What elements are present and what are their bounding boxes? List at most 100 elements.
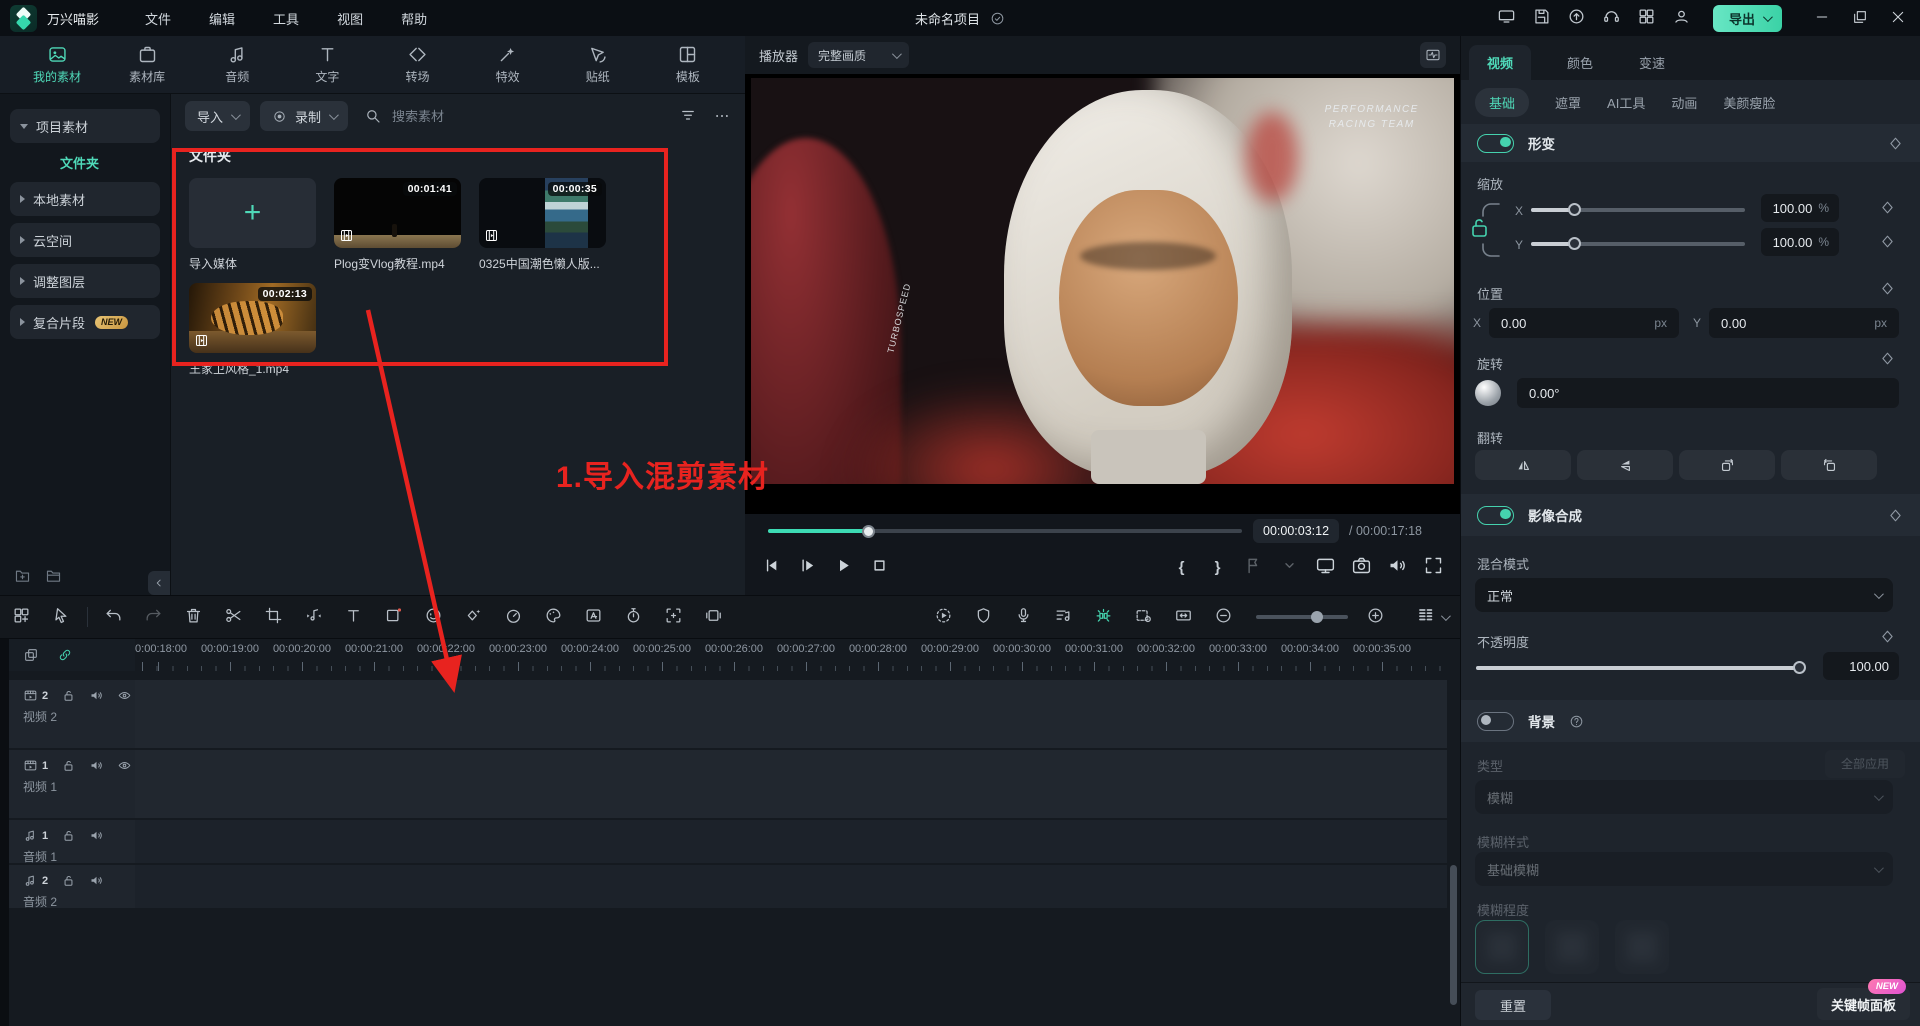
scale-y-slider[interactable] — [1531, 242, 1745, 246]
scale-y-handle[interactable] — [1568, 237, 1581, 250]
menubar-item-2[interactable]: 工具 — [261, 5, 311, 32]
scale-link-lock-icon[interactable] — [1469, 194, 1505, 266]
text-tool-button[interactable] — [344, 606, 363, 628]
mirror-screen-button[interactable] — [1315, 555, 1336, 579]
brace-close-button[interactable]: } — [1207, 555, 1228, 579]
select-tool-button[interactable] — [52, 606, 71, 628]
track-header[interactable]: 1 视频 1 — [9, 750, 135, 818]
prev-frame-button[interactable] — [761, 555, 782, 579]
background-toggle[interactable] — [1477, 712, 1514, 731]
track-volume-icon[interactable] — [89, 688, 104, 703]
shield-button[interactable] — [974, 606, 993, 628]
track-volume-icon[interactable] — [89, 873, 104, 888]
media-tab-1[interactable]: 素材库 — [104, 40, 190, 89]
menubar-item-0[interactable]: 文件 — [133, 5, 183, 32]
motion-track-button[interactable] — [664, 606, 683, 628]
transform-toggle[interactable] — [1477, 134, 1514, 153]
zoom-handle[interactable] — [1311, 611, 1323, 623]
blur-style-dropdown[interactable]: 基础模糊 — [1475, 852, 1893, 886]
media-item-thumbnail[interactable]: 00:02:13 — [189, 283, 316, 353]
mixer-button[interactable] — [1054, 606, 1073, 628]
chevron-down-icon[interactable] — [1441, 611, 1451, 621]
eye-icon[interactable] — [117, 758, 132, 773]
subtab-basic[interactable]: 基础 — [1475, 88, 1529, 117]
opacity-value[interactable]: 100.00 — [1823, 652, 1899, 680]
keyframe-diamond-icon[interactable] — [1879, 280, 1896, 297]
sidebar-item-4[interactable]: 调整图层 — [10, 264, 160, 298]
media-toggle-button[interactable] — [12, 606, 31, 628]
duplicate-icon[interactable] — [23, 647, 39, 663]
split-button[interactable] — [224, 606, 243, 628]
layout-button[interactable] — [1637, 7, 1656, 29]
track-manager-button[interactable] — [1416, 606, 1435, 628]
fullscreen-button[interactable] — [1423, 555, 1444, 579]
rotate-input[interactable]: 0.00° — [1517, 378, 1899, 408]
sidebar-item-0[interactable]: 项目素材 — [10, 109, 160, 143]
position-x-input[interactable]: 0.00px — [1489, 308, 1679, 338]
rotate-right-button[interactable] — [1679, 450, 1775, 480]
quality-dropdown[interactable]: 完整画质 — [808, 42, 909, 68]
render-button[interactable] — [934, 606, 953, 628]
maximize-button[interactable] — [1852, 9, 1868, 28]
import-media-tile[interactable]: + — [189, 178, 316, 248]
timeline-lane[interactable] — [135, 865, 1447, 908]
tab-speed[interactable]: 变速 — [1621, 45, 1683, 80]
keyframe-diamond-icon[interactable] — [1879, 199, 1896, 216]
blur-preset-3[interactable] — [1615, 920, 1669, 974]
timeline-lane[interactable] — [135, 820, 1447, 863]
delete-button[interactable] — [184, 606, 203, 628]
sidebar-item-3[interactable]: 云空间 — [10, 223, 160, 257]
step-forward-button[interactable] — [797, 555, 818, 579]
bg-type-dropdown[interactable]: 模糊 — [1475, 780, 1893, 814]
keyframe-panel-button[interactable]: 关键帧面板 NEW — [1817, 988, 1910, 1020]
scale-x-value[interactable]: 100.00% — [1761, 194, 1839, 222]
media-item-thumbnail[interactable]: 00:01:41 — [334, 178, 461, 248]
volume-button[interactable] — [1387, 555, 1408, 579]
beat-detect-button[interactable] — [304, 606, 323, 628]
lock-icon[interactable] — [61, 828, 76, 843]
subtab-ai-tools[interactable]: AI工具 — [1607, 93, 1645, 112]
sticker-voice-button[interactable] — [424, 606, 443, 628]
auto-caption-button[interactable] — [584, 606, 603, 628]
export-button[interactable]: 导出 — [1713, 5, 1782, 32]
media-tab-6[interactable]: 贴纸 — [555, 40, 641, 89]
device-button[interactable] — [1497, 7, 1516, 29]
scale-x-slider[interactable] — [1531, 208, 1745, 212]
question-icon[interactable] — [1569, 714, 1584, 729]
track-volume-icon[interactable] — [89, 758, 104, 773]
keyframe-diamond-icon[interactable] — [1879, 628, 1896, 645]
zoom-in-button[interactable] — [1366, 606, 1385, 628]
sidebar-collapse-button[interactable] — [148, 571, 170, 595]
media-tab-3[interactable]: 文字 — [284, 40, 370, 89]
keyframe-diamond-icon[interactable] — [1879, 350, 1896, 367]
rotate-left-button[interactable] — [1781, 450, 1877, 480]
blend-mode-dropdown[interactable]: 正常 — [1475, 578, 1893, 612]
support-button[interactable] — [1602, 7, 1621, 29]
apply-all-button[interactable]: 全部应用 — [1825, 750, 1905, 778]
stabilize-button[interactable] — [704, 606, 723, 628]
account-button[interactable] — [1672, 7, 1691, 29]
snapshot-button[interactable] — [1351, 555, 1372, 579]
blur-preset-2[interactable] — [1545, 920, 1599, 974]
seek-handle[interactable] — [862, 525, 875, 538]
media-tab-0[interactable]: 我的素材 — [14, 40, 100, 89]
keyframe-diamond-icon[interactable] — [1879, 233, 1896, 250]
zoom-out-button[interactable] — [1214, 606, 1233, 628]
rotate-knob[interactable] — [1475, 380, 1501, 406]
close-button[interactable] — [1890, 9, 1906, 28]
timeline-scrollbar[interactable] — [1450, 865, 1457, 1005]
undo-button[interactable] — [104, 606, 123, 628]
brace-open-button[interactable]: { — [1171, 555, 1192, 579]
stop-button[interactable] — [869, 555, 890, 579]
marker-button[interactable] — [1243, 555, 1264, 579]
menubar-item-3[interactable]: 视图 — [325, 5, 375, 32]
timeline-lane[interactable] — [135, 750, 1447, 818]
menubar-item-4[interactable]: 帮助 — [389, 5, 439, 32]
folder-add-button[interactable] — [14, 567, 31, 587]
marker-caret-button[interactable] — [1279, 555, 1300, 579]
opacity-slider[interactable] — [1476, 666, 1801, 670]
fit-width-button[interactable] — [1174, 606, 1193, 628]
menubar-item-1[interactable]: 编辑 — [197, 5, 247, 32]
lock-icon[interactable] — [61, 758, 76, 773]
lock-icon[interactable] — [61, 688, 76, 703]
